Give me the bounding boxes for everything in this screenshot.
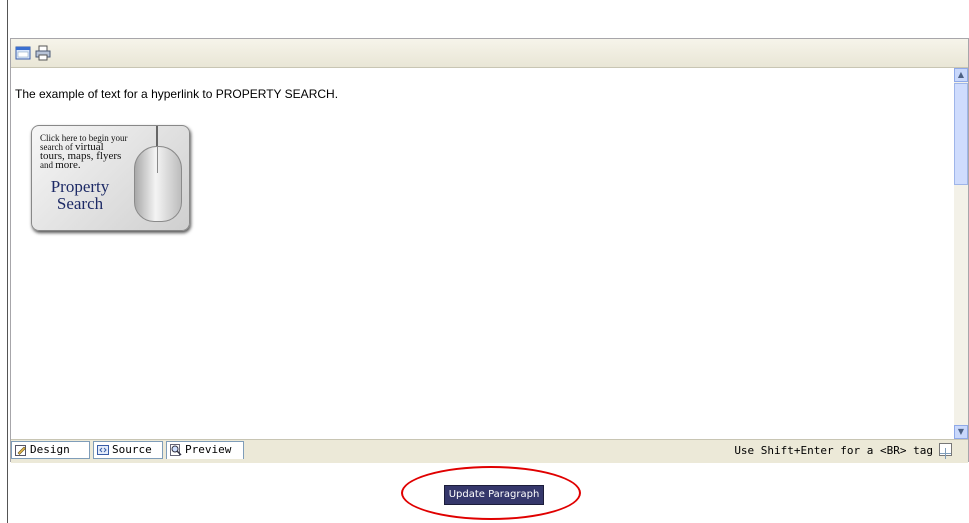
tab-source[interactable]: Source (93, 441, 163, 459)
editor-content-area[interactable]: The example of text for a hyperlink to P… (11, 68, 955, 439)
editor-mode-bar: Design Source Preview Use Shift+Enter fo… (11, 439, 968, 463)
banner-line-4b: more. (55, 159, 81, 171)
banner-title-2: Search (56, 194, 104, 213)
left-rule (7, 0, 8, 523)
preview-magnifier-icon (170, 444, 182, 456)
top-glyph-icon (10, 0, 20, 4)
scroll-up-button[interactable]: ▲ (954, 68, 968, 82)
computer-mouse-icon (134, 146, 182, 222)
print-icon[interactable] (35, 45, 51, 61)
scroll-down-button[interactable]: ▼ (954, 425, 968, 439)
design-pencil-icon (15, 445, 26, 456)
source-code-icon (97, 445, 109, 455)
property-search-banner[interactable]: Click here to begin your search of virtu… (31, 125, 190, 231)
editor-toolbar (11, 39, 968, 68)
window-icon[interactable] (15, 45, 31, 61)
tab-source-label: Source (112, 443, 152, 456)
tab-design[interactable]: Design (11, 441, 90, 459)
tab-preview[interactable]: Preview (166, 441, 244, 459)
scroll-thumb[interactable] (954, 83, 968, 185)
table-grid-glyph (940, 448, 951, 459)
content-text: The example of text for a hyperlink to P… (15, 87, 339, 101)
banner-caption: Click here to begin your search of virtu… (40, 134, 140, 171)
tab-preview-label: Preview (185, 443, 232, 456)
vertical-scrollbar[interactable]: ▲ ▼ (954, 68, 968, 439)
mouse-cord (156, 126, 158, 148)
banner-line-4: and (40, 160, 53, 170)
tab-design-label: Design (30, 443, 70, 456)
banner-title: Property Search (40, 178, 120, 212)
shift-enter-hint: Use Shift+Enter for a <BR> tag (734, 444, 933, 457)
mouse-button-split (157, 147, 158, 173)
update-paragraph-button[interactable]: Update Paragraph (444, 485, 544, 505)
rich-text-editor: The example of text for a hyperlink to P… (10, 38, 969, 463)
table-grid-icon[interactable] (939, 443, 952, 459)
